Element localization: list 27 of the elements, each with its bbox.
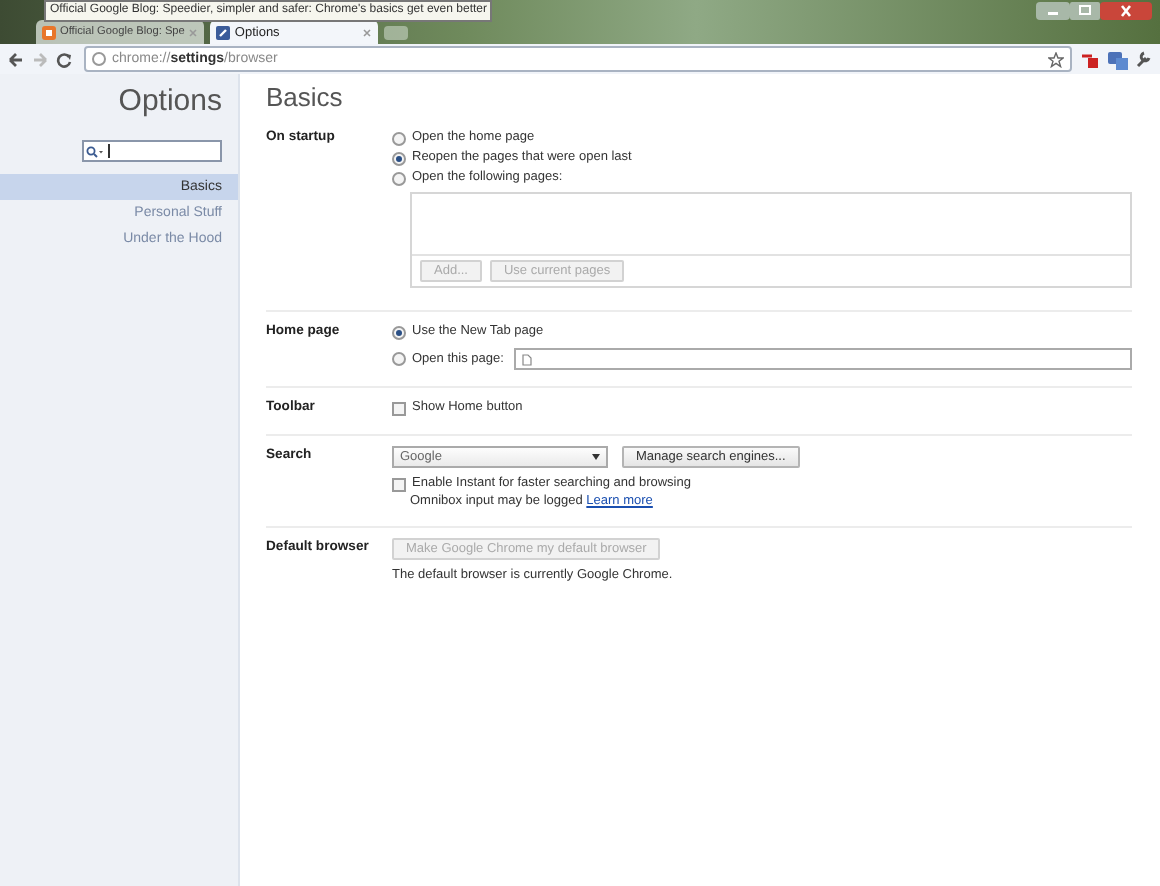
wrench-icon[interactable] (1136, 50, 1152, 68)
caret-icon (592, 454, 600, 460)
radio-button[interactable] (392, 171, 406, 185)
radio-button[interactable] (392, 151, 406, 165)
minimize-icon[interactable] (1036, 2, 1070, 20)
star-icon[interactable] (1048, 51, 1064, 67)
radio-button[interactable] (392, 131, 406, 145)
extension-icon[interactable] (1108, 49, 1128, 69)
new-tab-button[interactable] (384, 26, 409, 40)
sidebar-title: Options (116, 82, 224, 122)
page-title: Basics (266, 80, 345, 116)
close-icon[interactable] (362, 27, 373, 37)
checkbox[interactable] (392, 401, 406, 415)
search-icon (86, 145, 104, 157)
reload-icon[interactable] (56, 51, 72, 67)
maximize-icon[interactable] (1070, 2, 1100, 20)
close-icon[interactable] (1100, 2, 1152, 20)
back-arrow-icon[interactable] (8, 51, 24, 67)
radio-button[interactable] (392, 325, 406, 339)
search-field[interactable] (82, 140, 222, 162)
url-field[interactable] (513, 348, 1132, 370)
radio-button[interactable] (392, 352, 406, 366)
checkbox[interactable] (392, 477, 406, 491)
forward-arrow-icon[interactable] (32, 51, 48, 67)
page-icon (521, 353, 532, 365)
extension-icon[interactable] (1080, 49, 1100, 69)
page-icon (92, 52, 106, 66)
